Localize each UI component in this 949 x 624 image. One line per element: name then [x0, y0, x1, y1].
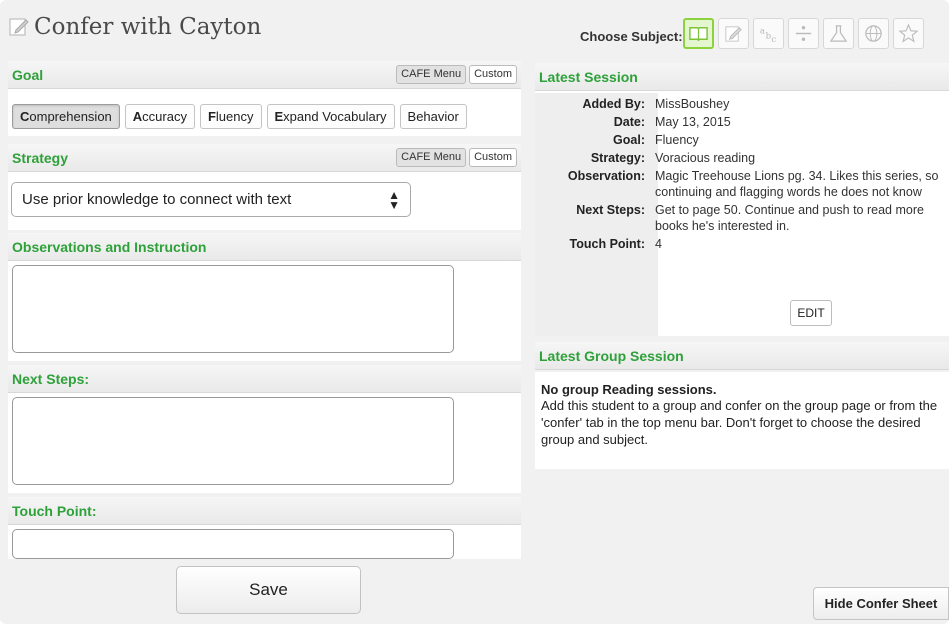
goal-option-comprehension[interactable]: Comprehension [12, 104, 120, 129]
choose-subject-label: Choose Subject: [580, 29, 683, 44]
goal-option-fluency[interactable]: Fluency [199, 104, 262, 129]
writing-icon [725, 26, 742, 42]
goal-option-expand-vocabulary[interactable]: Expand Vocabulary [266, 104, 395, 129]
page-title: Confer with Cayton [8, 14, 261, 40]
goal-cafe-menu-button[interactable]: CAFE Menu [396, 65, 467, 84]
subject-other-button[interactable] [893, 18, 924, 49]
strategy-cafe-menu-button[interactable]: CAFE Menu [396, 148, 467, 167]
session-row-touch-point: Touch Point: 4 [569, 237, 662, 251]
session-row-goal: Goal: Fluency [613, 133, 699, 147]
observations-label: Observations and Instruction [12, 239, 207, 255]
goal-header: Goal CAFE Menu Custom [8, 61, 521, 89]
subject-math-button[interactable] [788, 18, 819, 49]
svg-text:c: c [771, 35, 776, 44]
session-row-next-steps: Next Steps: Get to page 50. Continue and… [576, 203, 924, 233]
subject-word-study-button[interactable]: abc [753, 18, 784, 49]
observations-header: Observations and Instruction [8, 233, 521, 261]
latest-group-session-body: No group Reading sessions. Add this stud… [535, 372, 949, 469]
latest-group-session-label: Latest Group Session [539, 348, 684, 364]
strategy-select-value: Use prior knowledge to connect with text [22, 191, 292, 208]
latest-session-table: Added By: MissBoushey Date: May 13, 2015… [535, 96, 949, 254]
edit-pencil-icon[interactable] [8, 16, 30, 38]
select-arrows-icon: ▲ ▼ [388, 188, 400, 212]
subject-social-studies-button[interactable] [858, 18, 889, 49]
confer-panel: Confer with Cayton Choose Subject: abc G… [0, 0, 949, 624]
group-session-empty-text: Add this student to a group and confer o… [541, 398, 938, 447]
next-steps-header: Next Steps: [8, 365, 521, 393]
page-title-text: Confer with Cayton [34, 14, 262, 40]
globe-icon [865, 25, 882, 42]
goal-label: Goal [12, 67, 44, 83]
touch-point-input[interactable] [12, 529, 454, 559]
strategy-custom-button[interactable]: Custom [469, 148, 517, 167]
session-row-date: Date: May 13, 2015 [613, 115, 731, 129]
strategy-label: Strategy [12, 150, 69, 166]
edit-session-button[interactable]: EDIT [790, 300, 832, 326]
subject-reading-button[interactable] [683, 18, 714, 49]
hide-confer-sheet-button[interactable]: Hide Confer Sheet [813, 587, 949, 620]
touch-point-header: Touch Point: [8, 497, 521, 525]
latest-session-label: Latest Session [539, 69, 638, 85]
touch-point-label: Touch Point: [12, 503, 97, 519]
goal-custom-button[interactable]: Custom [469, 65, 517, 84]
session-row-strategy: Strategy: Voracious reading [590, 151, 756, 165]
goal-option-behavior[interactable]: Behavior [399, 104, 467, 129]
goal-option-accuracy[interactable]: Accuracy [124, 104, 195, 129]
group-session-empty-title: No group Reading sessions. [541, 382, 717, 397]
latest-group-session-header: Latest Group Session [535, 342, 949, 370]
save-button[interactable]: Save [176, 566, 361, 614]
latest-session-header: Latest Session [535, 63, 949, 91]
subject-science-button[interactable] [823, 18, 854, 49]
svg-text:a: a [760, 27, 765, 37]
session-row-observation: Observation: Magic Treehouse Lions pg. 3… [567, 169, 939, 199]
subject-writing-button[interactable] [718, 18, 749, 49]
session-row-added-by: Added By: MissBoushey [582, 97, 730, 111]
next-steps-textarea[interactable] [12, 397, 454, 485]
star-icon [898, 23, 919, 43]
subject-picker: abc [683, 18, 924, 49]
divide-icon [795, 26, 812, 41]
book-icon [689, 27, 708, 42]
flask-icon [829, 25, 848, 42]
goal-options: Comprehension Accuracy Fluency Expand Vo… [12, 104, 467, 129]
observations-textarea[interactable] [12, 265, 454, 353]
next-steps-label: Next Steps: [12, 371, 90, 387]
abc-icon: abc [760, 27, 776, 45]
strategy-select[interactable]: Use prior knowledge to connect with text… [11, 182, 411, 217]
strategy-header: Strategy CAFE Menu Custom [8, 144, 521, 172]
